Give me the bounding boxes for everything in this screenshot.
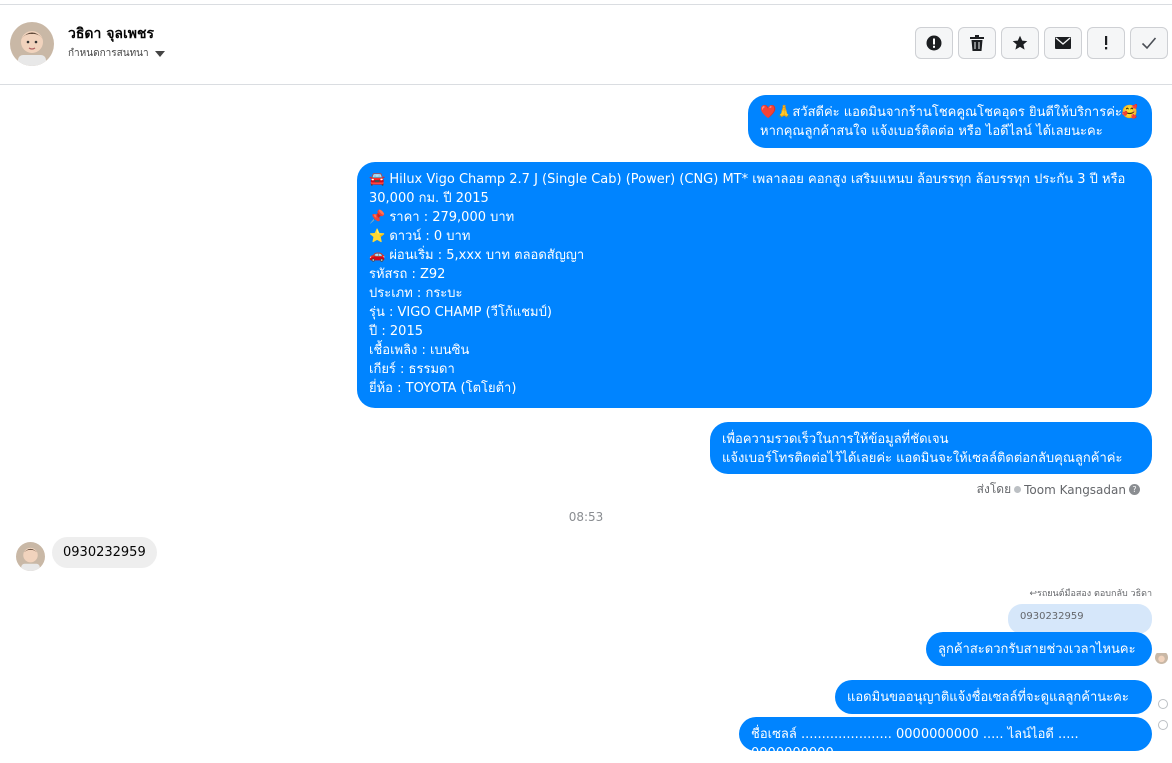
contact-avatar[interactable] — [10, 22, 54, 66]
message-bubble-car-details: 🚘 Hilux Vigo Champ 2.7 J (Single Cab) (P… — [357, 162, 1152, 408]
agent-icon — [1014, 486, 1022, 493]
done-button[interactable] — [1130, 27, 1168, 59]
conversation-header: วธิดา จุลเพชร กำหนดการสนทนา — [0, 5, 1172, 85]
sent-by-label: ส่งโดย Toom Kangsadan ? — [977, 480, 1140, 499]
message-bubble-sales-contact: ชื่อเซลล์ ...................... 0000000… — [739, 717, 1152, 761]
mail-button[interactable] — [1044, 27, 1082, 59]
help-icon[interactable]: ? — [1129, 484, 1140, 495]
message-bubble-greeting: ❤️🙏สวัสดีค่ะ แอดมินจากร้านโชคคูณโชคอุดร … — [748, 95, 1152, 148]
conversation-status-label: กำหนดการสนทนา — [68, 48, 149, 59]
alert-circle-icon — [926, 35, 942, 51]
report-button[interactable] — [915, 27, 953, 59]
delete-button[interactable] — [958, 27, 996, 59]
trash-icon — [970, 35, 984, 51]
contact-avatar-small[interactable] — [16, 542, 45, 571]
important-button[interactable] — [1087, 27, 1125, 59]
incoming-message-phone: 0930232959 — [52, 537, 157, 568]
envelope-icon — [1055, 37, 1071, 49]
seen-avatar — [1155, 651, 1168, 664]
message-bubble-sales-name: แอดมินขออนุญาติแจ้งชื่อเซลล์ที่จะดูแลลูก… — [835, 680, 1152, 714]
star-button[interactable] — [1001, 27, 1039, 59]
check-icon — [1141, 37, 1157, 50]
message-bubble-request-phone: เพื่อความรวดเร็วในการให้ข้อมูลที่ชัดเจน … — [710, 422, 1152, 474]
reply-context-label: ↩รถยนต์มือสอง ตอบกลับ วธิดา — [1029, 589, 1152, 599]
timestamp: 08:53 — [568, 510, 604, 524]
sent-by-name[interactable]: Toom Kangsadan — [1024, 483, 1126, 497]
exclamation-icon — [1105, 36, 1108, 50]
message-bubble-call-time: ลูกค้าสะดวกรับสายช่วงเวลาไหนคะ — [926, 632, 1152, 666]
delivered-status-icon — [1158, 699, 1168, 709]
caret-down-icon — [154, 50, 165, 57]
action-toolbar — [915, 27, 1168, 59]
star-icon — [1012, 35, 1028, 50]
quoted-message[interactable]: 0930232959 — [1008, 604, 1152, 634]
contact-name: วธิดา จุลเพชร — [68, 26, 155, 42]
conversation-status-dropdown[interactable]: กำหนดการสนทนา — [68, 46, 165, 61]
sent-by-prefix: ส่งโดย — [976, 482, 1012, 496]
reply-icon: ↩ — [1029, 589, 1037, 599]
